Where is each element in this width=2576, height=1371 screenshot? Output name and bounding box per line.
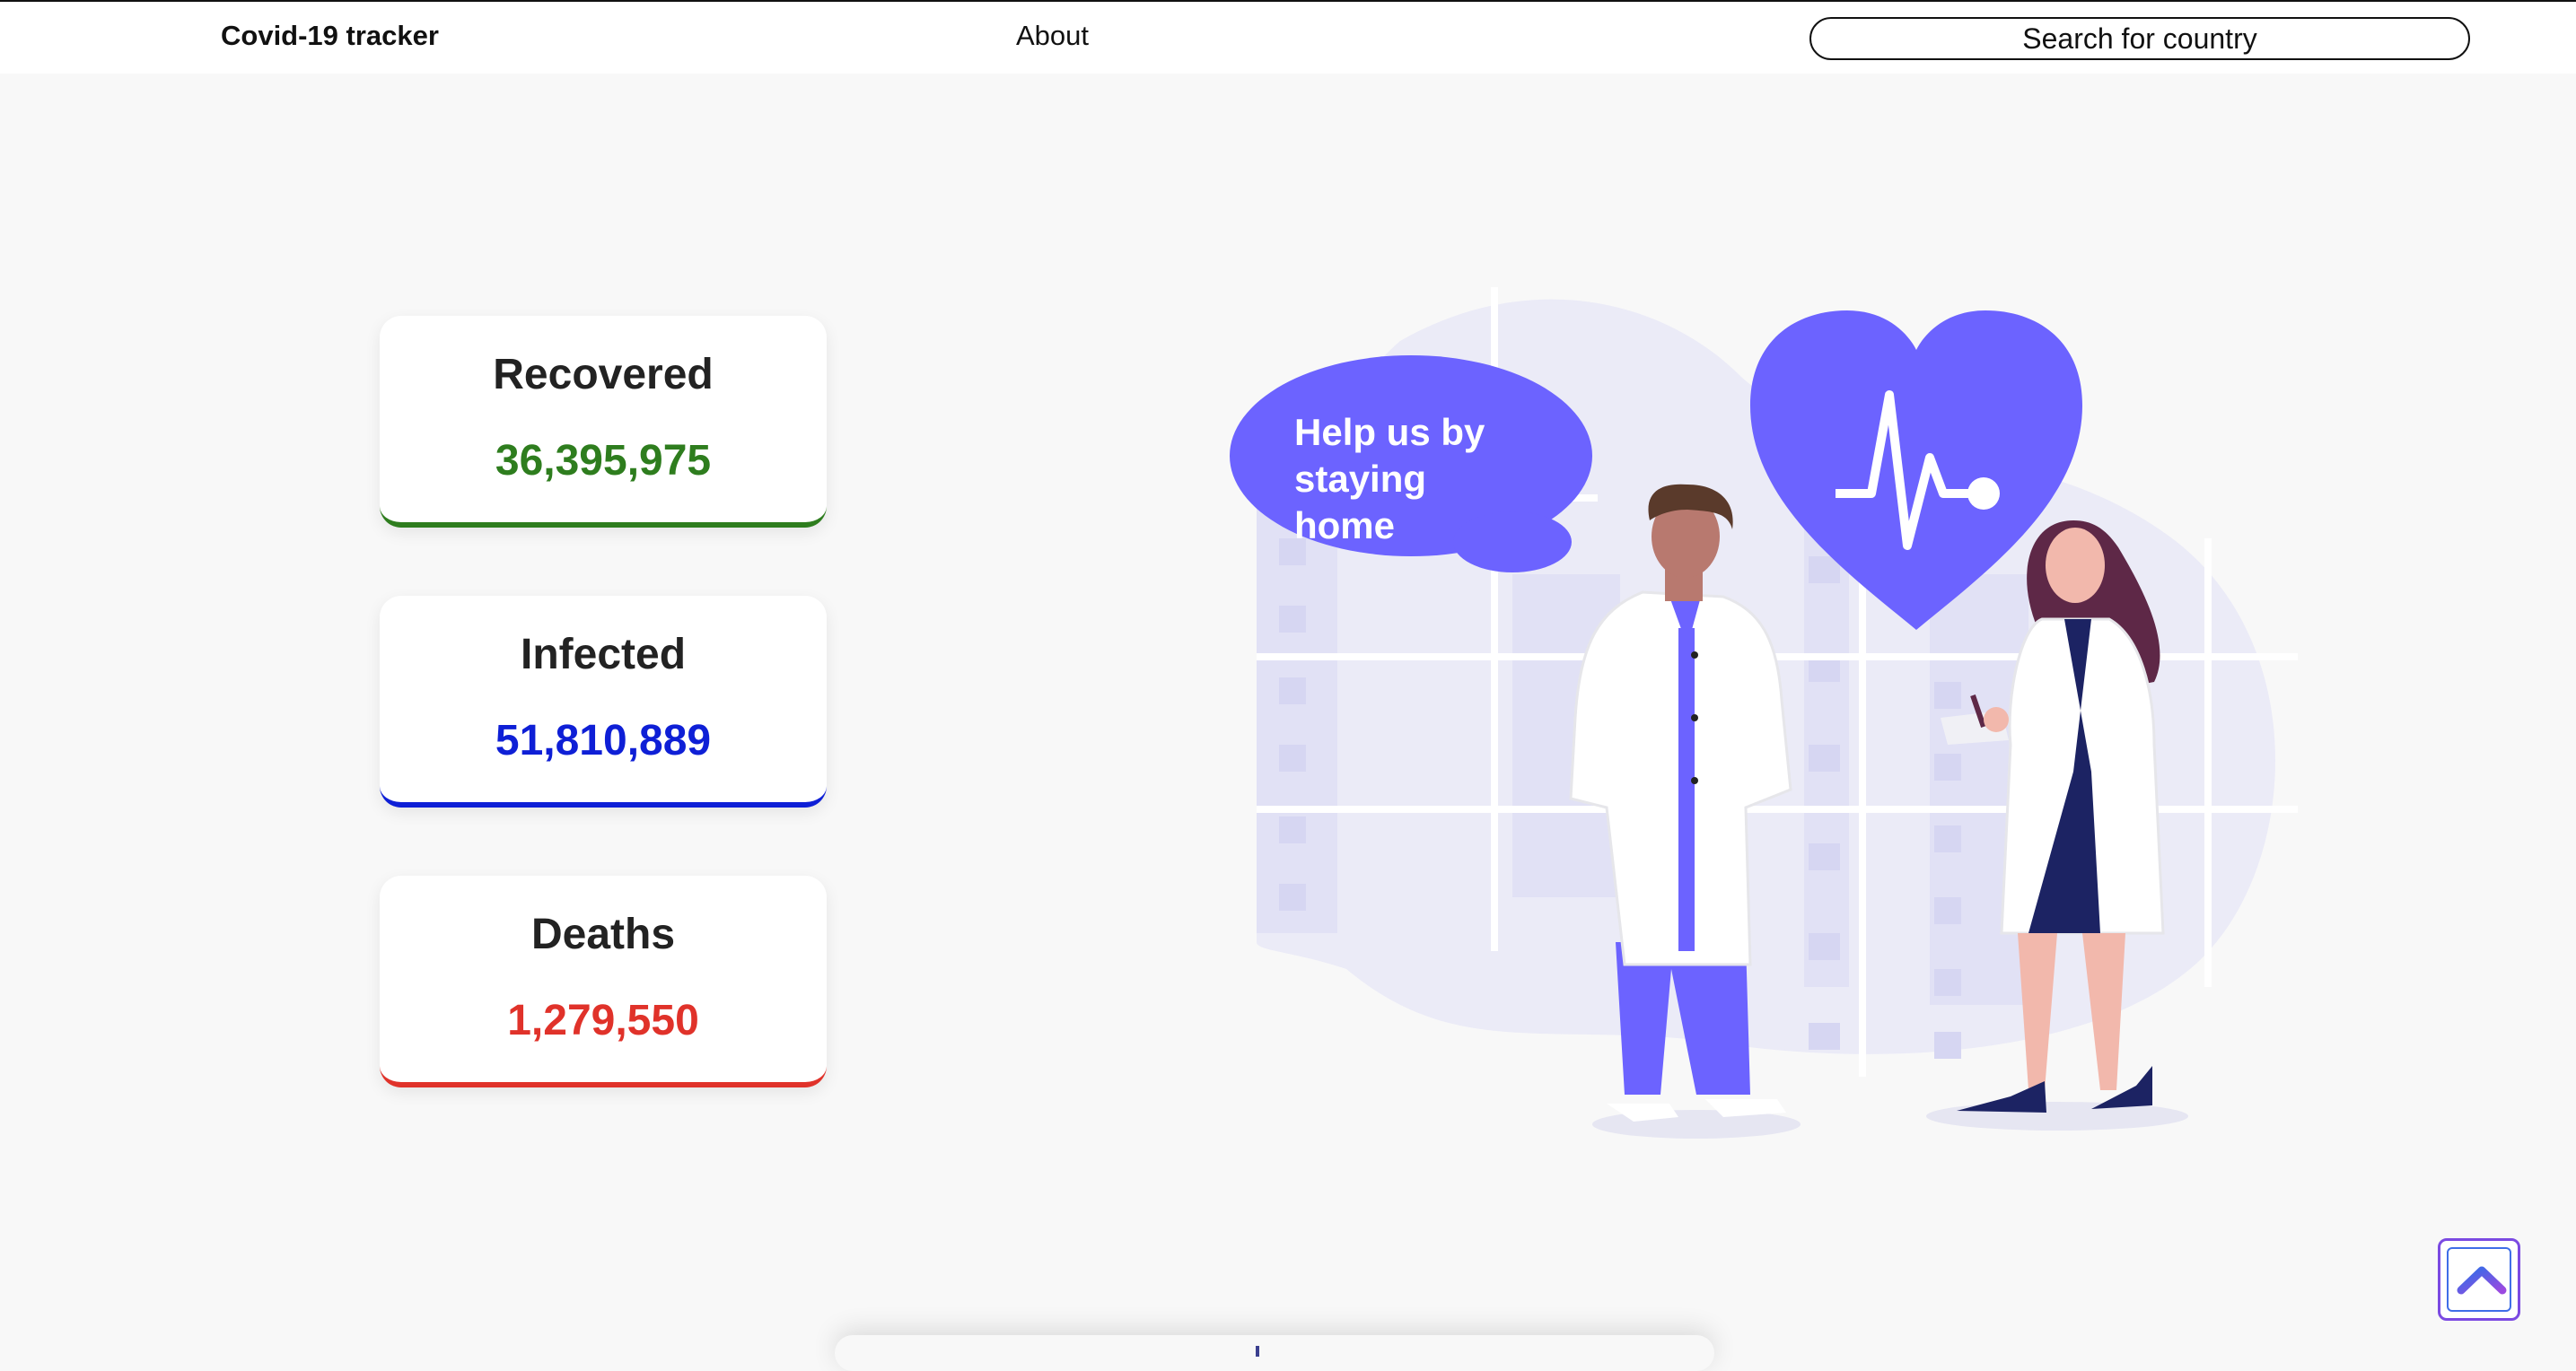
brand-title[interactable]: Covid-19 tracker <box>221 20 439 52</box>
next-section-edge <box>835 1335 1714 1371</box>
infected-value: 51,810,889 <box>495 717 712 764</box>
recovered-label: Recovered <box>493 351 714 398</box>
heartbeat-dot <box>1967 477 2000 510</box>
deaths-label: Deaths <box>530 911 676 958</box>
scroll-to-top-button[interactable] <box>2438 1238 2520 1321</box>
deaths-card: Deaths 1,279,550 <box>380 876 827 1087</box>
infected-label: Infected <box>520 631 687 678</box>
recovered-value: 36,395,975 <box>495 437 712 485</box>
deaths-value: 1,279,550 <box>507 997 699 1044</box>
doctor-shadow <box>1926 1102 2188 1131</box>
chevron-up-icon <box>2457 1266 2507 1295</box>
speech-bubble-text: Help us by staying home <box>1294 409 1528 549</box>
doctors-illustration <box>1230 287 2298 1139</box>
about-link[interactable]: About <box>1016 20 1089 52</box>
speech-line-2: staying home <box>1294 458 1427 546</box>
navbar: Covid-19 tracker About <box>0 2 2576 74</box>
country-search-input[interactable] <box>1809 17 2470 60</box>
recovered-card: Recovered 36,395,975 <box>380 316 827 528</box>
scroll-to-top-frame <box>2447 1247 2511 1312</box>
section-marker <box>1256 1346 1259 1357</box>
building-column <box>1257 502 1337 933</box>
infected-card: Infected 51,810,889 <box>380 596 827 808</box>
speech-line-1: Help us by <box>1294 411 1485 453</box>
